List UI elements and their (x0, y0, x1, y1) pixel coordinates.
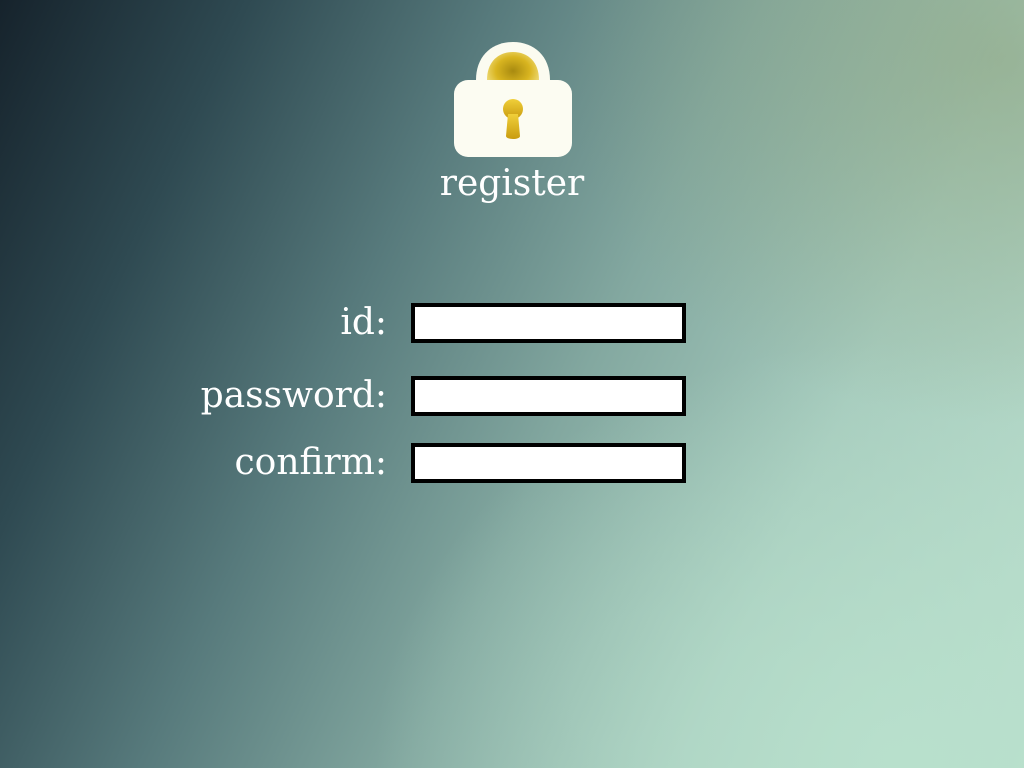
password-input[interactable] (411, 376, 686, 416)
password-row: password: (0, 374, 1024, 418)
id-input[interactable] (411, 303, 686, 343)
lock-icon (454, 40, 572, 158)
password-label: password: (200, 375, 387, 416)
confirm-label: confirm: (234, 442, 387, 483)
id-row: id: (0, 301, 1024, 345)
page-title: register (439, 163, 585, 204)
id-label: id: (340, 302, 387, 343)
confirm-password-input[interactable] (411, 443, 686, 483)
confirm-row: confirm: (0, 441, 1024, 485)
